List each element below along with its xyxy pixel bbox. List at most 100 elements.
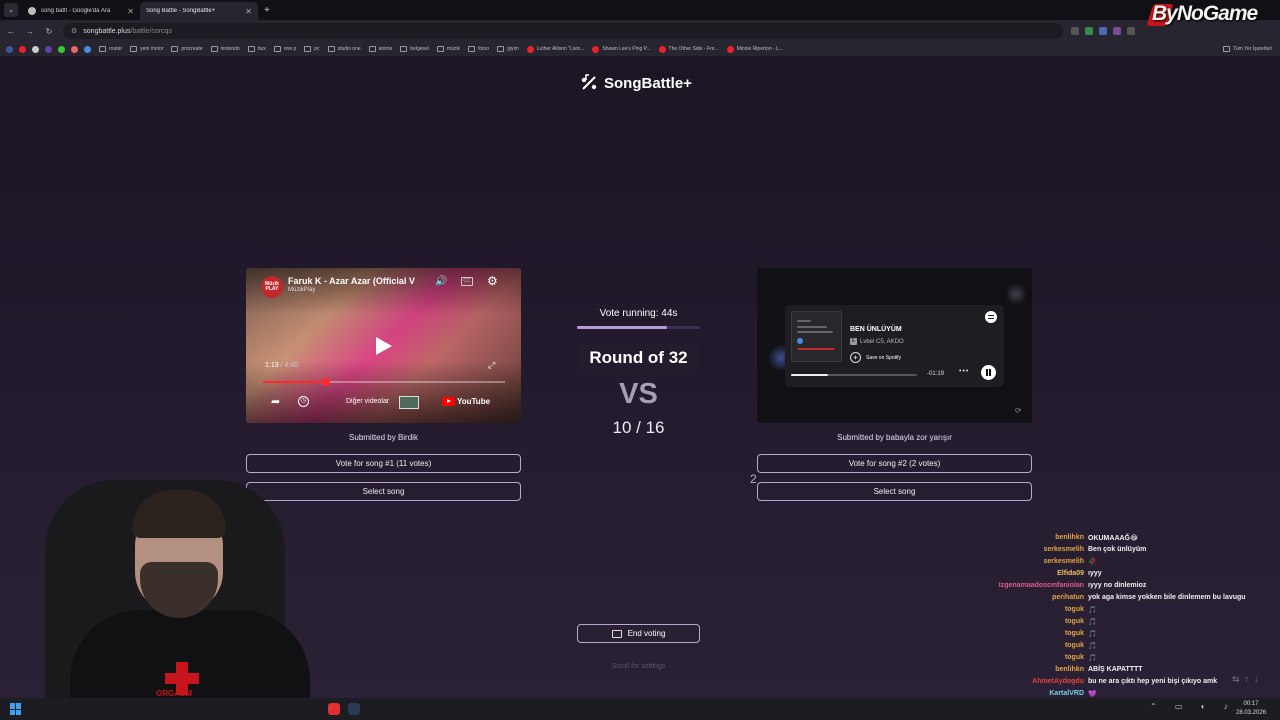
chat-username[interactable]: perihatun xyxy=(940,594,1088,606)
youtube-play-icon xyxy=(442,397,455,406)
youtube-icon[interactable] xyxy=(19,45,26,53)
bookmark-luther-allison[interactable]: Luther Allison "Livin... xyxy=(526,45,584,53)
tab-search-button[interactable]: ⌄ xyxy=(4,3,18,17)
close-tab-icon[interactable]: ✕ xyxy=(127,7,134,16)
more-options-icon[interactable]: ••• xyxy=(959,368,969,375)
extension-icon[interactable] xyxy=(1099,27,1107,35)
bookmark-anime[interactable]: anime xyxy=(368,46,392,52)
chat-username[interactable]: Elfida09 xyxy=(940,570,1088,582)
chat-username[interactable]: serkesmelih xyxy=(940,546,1088,558)
end-voting-button[interactable]: End voting xyxy=(577,624,700,643)
chat-username[interactable]: benlihkn xyxy=(940,666,1088,678)
google-icon xyxy=(28,7,36,15)
track-progress-fill xyxy=(791,374,828,376)
extension-icon[interactable] xyxy=(1071,27,1079,35)
reload-icon[interactable]: ↻ xyxy=(41,27,57,36)
video-scrubber-handle[interactable] xyxy=(321,378,330,386)
video-progress-bar[interactable] xyxy=(263,378,505,386)
spotify-logo-icon[interactable] xyxy=(985,311,997,323)
song1-youtube-embed[interactable]: Müzik PLAY Faruk K - Azar Azar (Official… xyxy=(246,268,521,423)
chat-username[interactable]: toguk xyxy=(940,642,1088,654)
bookmark-studio-one[interactable]: studio one xyxy=(327,46,361,52)
captions-icon[interactable]: CC xyxy=(461,277,473,286)
bookmark-the-other-side[interactable]: The Other Side - Fre... xyxy=(658,45,719,53)
bookmark-muzik[interactable]: müzik xyxy=(436,46,460,52)
bookmark-nintendo[interactable]: nintendo xyxy=(210,46,240,52)
extension-icon[interactable] xyxy=(1127,27,1135,35)
save-on-spotify-button[interactable]: + Save on Spotify xyxy=(850,352,901,363)
select-song2-button[interactable]: Select song xyxy=(757,482,1032,501)
start-button[interactable] xyxy=(10,703,22,715)
chat-username[interactable]: toguk xyxy=(940,630,1088,642)
back-icon[interactable]: ← xyxy=(3,27,19,36)
track-progress-bar[interactable] xyxy=(791,374,917,376)
new-tab-button[interactable]: + xyxy=(264,5,270,16)
more-videos-thumbnail[interactable] xyxy=(399,396,419,409)
share-icon[interactable]: ➦ xyxy=(271,395,280,408)
bookmark-router[interactable]: router xyxy=(99,46,122,52)
bookmark-belgesel[interactable]: belgesel xyxy=(400,46,429,52)
track-artist[interactable]: E Lvbel C5, AKDO xyxy=(850,338,904,345)
fullscreen-icon[interactable]: ⤢ xyxy=(488,360,495,371)
video-title[interactable]: Faruk K - Azar Azar (Official V xyxy=(288,276,423,286)
more-videos-link[interactable]: Diğer videolar xyxy=(346,398,389,405)
chat-username[interactable]: toguk xyxy=(940,654,1088,666)
tab-songbattle[interactable]: Song Battle - SongBattle+ ✕ xyxy=(140,2,258,20)
chat-username[interactable]: benlihkn xyxy=(940,534,1088,546)
bookmark-icon[interactable] xyxy=(71,45,78,53)
play-icon[interactable] xyxy=(370,335,396,357)
chat-username[interactable]: toguk xyxy=(940,618,1088,630)
song2-spotify-embed[interactable]: BEN ÜNLÜYÜM E Lvbel C5, AKDO + Save on Spo… xyxy=(757,268,1032,423)
bookmark-fotoo[interactable]: fotoo xyxy=(467,46,489,52)
brand[interactable]: SongBattle+ xyxy=(580,74,692,92)
url-input[interactable]: ⚙ songbattle.plus/battle/corcqs xyxy=(63,23,1063,39)
vote-song2-button[interactable]: Vote for song #2 (2 votes) xyxy=(757,454,1032,473)
chat-username[interactable]: serkesmelih xyxy=(940,558,1088,570)
chat-username[interactable]: toguk xyxy=(940,606,1088,618)
chat-scroll-arrows[interactable]: ⇆↑↓ xyxy=(1232,674,1264,685)
watch-later-icon[interactable]: ◷ xyxy=(298,396,309,407)
all-bookmarks[interactable]: Tüm Yer İşaretleri xyxy=(1222,46,1272,52)
bookmark-procreate[interactable]: procreate xyxy=(171,46,203,52)
chat-username[interactable]: AhmetAydogdu xyxy=(940,678,1088,690)
system-tray[interactable]: ⌃ ▭ ◐ ♪ xyxy=(1150,702,1236,711)
channel-name[interactable]: MüzikPlay xyxy=(288,287,315,293)
forward-icon[interactable]: → xyxy=(22,27,38,36)
twitch-icon[interactable] xyxy=(45,45,52,53)
settings-gear-icon[interactable]: ⚙ xyxy=(487,274,498,288)
bookmark-one-p[interactable]: one p xyxy=(273,46,296,52)
youtube-logo[interactable]: YouTube xyxy=(442,397,490,406)
x-icon[interactable] xyxy=(32,45,39,53)
bookmark-bux[interactable]: bux xyxy=(247,46,266,52)
album-cover[interactable] xyxy=(791,311,842,362)
round-label: Round of 32 xyxy=(578,344,699,372)
chat-message: AhmetAydogdu bu ne ara çıktı hep yeni biş… xyxy=(940,678,1280,690)
pause-icon[interactable] xyxy=(981,365,996,380)
taskbar-clock[interactable]: 00:17 28.03.2026 xyxy=(1236,700,1266,718)
steam-icon[interactable] xyxy=(348,703,360,715)
vote-song1-button[interactable]: Vote for song #1 (11 votes) xyxy=(246,454,521,473)
bookmark-minnie-riperton[interactable]: Minnie Riperton - L... xyxy=(726,45,783,53)
chat-message: toguk 🎵 xyxy=(940,630,1280,642)
chat-message: benlihkn OKUMAAAĞ😂 xyxy=(940,534,1280,546)
bookmark-pc[interactable]: pc xyxy=(304,46,320,52)
extension-icon[interactable] xyxy=(1113,27,1121,35)
bookmark-giyim[interactable]: giyim xyxy=(497,46,519,52)
close-tab-icon[interactable]: ✕ xyxy=(245,7,252,16)
browser-tab-bar: ⌄ song battl - Google'da Ara ✕ Song Batt… xyxy=(0,0,1280,20)
site-info-icon[interactable]: ⚙ xyxy=(71,27,77,35)
taskbar-app-icon[interactable] xyxy=(328,703,340,715)
chat-message: serkesmelih Ben çok ünlüyüm xyxy=(940,546,1280,558)
track-title[interactable]: BEN ÜNLÜYÜM xyxy=(850,326,902,333)
refresh-icon[interactable]: ⟳ xyxy=(1015,406,1022,415)
volume-icon[interactable]: 🔊 xyxy=(435,276,447,287)
channel-avatar[interactable]: Müzik PLAY xyxy=(261,276,283,298)
facebook-icon[interactable] xyxy=(6,45,13,53)
bookmark-shawn-lee[interactable]: Shawn Lee's Ping P... xyxy=(592,45,651,53)
bookmark-icon[interactable] xyxy=(84,45,91,53)
bookmark-yeni-motor[interactable]: yeni motor xyxy=(130,46,163,52)
kick-icon[interactable] xyxy=(58,45,65,53)
tab-google-search[interactable]: song battl - Google'da Ara ✕ xyxy=(22,2,140,20)
extension-icon[interactable] xyxy=(1085,27,1093,35)
chat-username[interactable]: Izgenamaadoscmfaniolan xyxy=(940,582,1088,594)
